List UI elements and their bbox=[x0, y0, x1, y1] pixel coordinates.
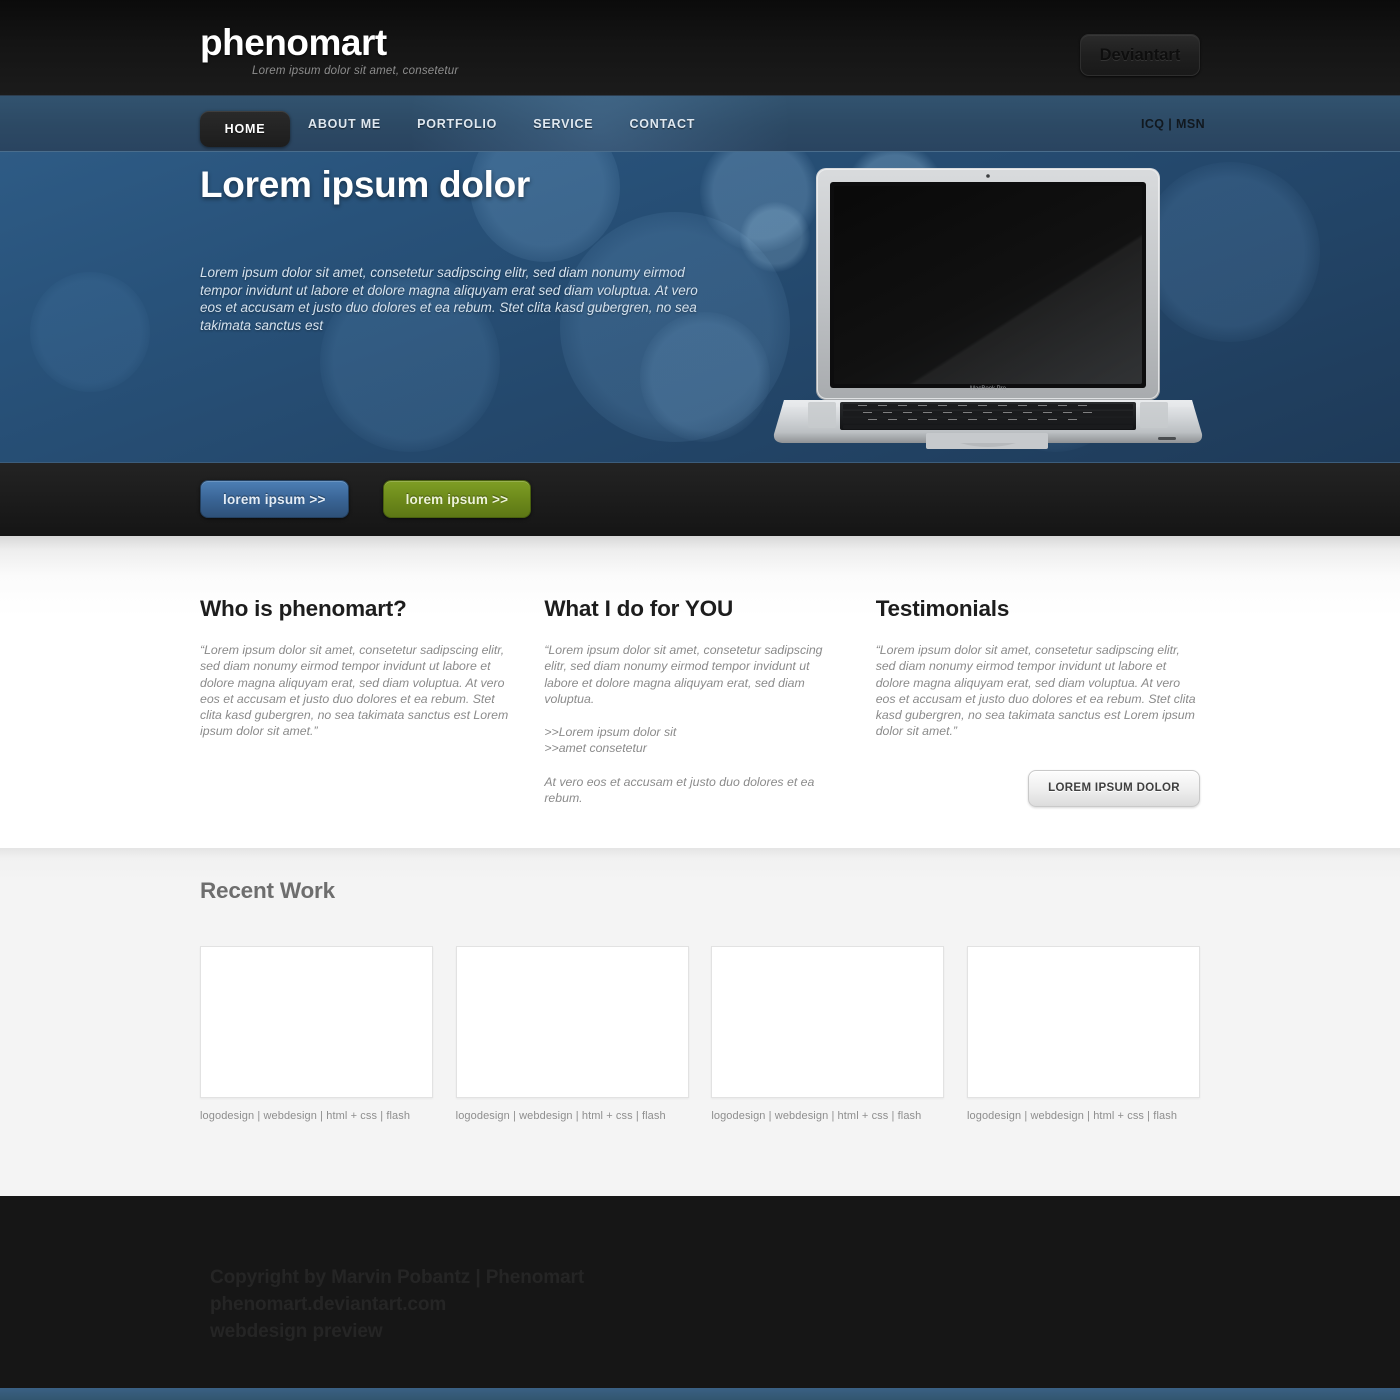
content-section: Who is phenomart? “Lorem ipsum dolor sit… bbox=[0, 536, 1400, 848]
work-caption: logodesign | webdesign | html + css | fl… bbox=[966, 1110, 1178, 1122]
work-thumbnail[interactable] bbox=[200, 946, 433, 1098]
column-title: Testimonials bbox=[875, 596, 1010, 621]
laptop-model-label: MacBook Pro bbox=[970, 386, 1007, 392]
site-header: phenomart Lorem ipsum dolor sit amet, co… bbox=[0, 0, 1400, 96]
work-caption: logodesign | webdesign | html + css | fl… bbox=[200, 1110, 411, 1122]
column-paragraph: At vero eos et accusam et justo duo dolo… bbox=[544, 774, 815, 806]
column-title: What I do for YOU bbox=[544, 596, 734, 621]
brand-name: phenomart bbox=[200, 22, 387, 63]
column-bullet-list: >>Lorem ipsum dolor sit >>amet consetetu… bbox=[544, 725, 677, 756]
work-thumbnail[interactable] bbox=[711, 946, 945, 1098]
footer-subtitle: webdesign preview bbox=[210, 1321, 383, 1342]
footer-text-block: Copyright by Marvin Pobantz | Phenomart … bbox=[210, 1264, 584, 1345]
column-paragraph: “Lorem ipsum dolor sit amet, consetetur … bbox=[200, 643, 509, 739]
brand-logo[interactable]: phenomart Lorem ipsum dolor sit amet, co… bbox=[200, 22, 458, 77]
column-who-is-phenomart: Who is phenomart? “Lorem ipsum dolor sit… bbox=[200, 596, 544, 807]
deviantart-button[interactable]: Deviantart bbox=[1080, 34, 1200, 76]
brand-tagline: Lorem ipsum dolor sit amet, consetetur bbox=[252, 65, 459, 77]
recent-work-title: Recent Work bbox=[200, 878, 335, 903]
cta-buttons: lorem ipsum >> lorem ipsum >> bbox=[200, 480, 532, 518]
work-caption: logodesign | webdesign | html + css | fl… bbox=[455, 1110, 666, 1122]
hero-paragraph: Lorem ipsum dolor sit amet, consetetur s… bbox=[200, 265, 698, 333]
laptop-image: MacBook Pro bbox=[768, 162, 1208, 462]
nav-item-portfolio[interactable]: PORTFOLIO bbox=[399, 96, 515, 151]
column-what-i-do-for-you: What I do for YOU “Lorem ipsum dolor sit… bbox=[544, 596, 875, 807]
content-columns: Who is phenomart? “Lorem ipsum dolor sit… bbox=[200, 596, 1200, 807]
work-caption: logodesign | webdesign | html + css | fl… bbox=[711, 1110, 922, 1122]
cta-button-blue[interactable]: lorem ipsum >> bbox=[200, 480, 349, 518]
column-paragraph: “Lorem ipsum dolor sit amet, consetetur … bbox=[875, 643, 1196, 739]
work-thumbnail[interactable] bbox=[966, 946, 1200, 1098]
nav-item-about-me[interactable]: ABOUT ME bbox=[290, 96, 399, 151]
column-testimonials: Testimonials “Lorem ipsum dolor sit amet… bbox=[876, 596, 1200, 807]
cta-button-green[interactable]: lorem ipsum >> bbox=[382, 480, 532, 518]
column-paragraph: “Lorem ipsum dolor sit amet, consetetur … bbox=[544, 643, 823, 706]
nav-item-contact[interactable]: CONTACT bbox=[611, 96, 713, 151]
hero-text-block: Lorem ipsum dolor Lorem ipsum dolor sit … bbox=[200, 164, 720, 334]
work-item[interactable]: logodesign | webdesign | html + css | fl… bbox=[455, 946, 689, 1122]
recent-work-grid: logodesign | webdesign | html + css | fl… bbox=[200, 946, 1200, 1122]
testimonials-button[interactable]: LOREM IPSUM DOLOR bbox=[1028, 769, 1200, 807]
bokeh-circle bbox=[30, 272, 150, 392]
cta-band: lorem ipsum >> lorem ipsum >> bbox=[0, 462, 1400, 536]
work-item[interactable]: logodesign | webdesign | html + css | fl… bbox=[200, 946, 433, 1122]
footer-website[interactable]: phenomart.deviantart.com bbox=[210, 1291, 584, 1318]
site-footer: Copyright by Marvin Pobantz | Phenomart … bbox=[0, 1196, 1400, 1390]
footer-copyright: Copyright by Marvin Pobantz | Phenomart bbox=[210, 1267, 585, 1288]
bottom-accent-strip bbox=[0, 1388, 1400, 1400]
macbook-illustration: MacBook Pro bbox=[773, 168, 1203, 449]
nav-items: HOME ABOUT ME PORTFOLIO SERVICE CONTACT bbox=[200, 96, 713, 151]
recent-work-section: Recent Work logodesign | webdesign | htm… bbox=[0, 848, 1400, 1196]
nav-item-home[interactable]: HOME bbox=[200, 111, 290, 147]
work-item[interactable]: logodesign | webdesign | html + css | fl… bbox=[711, 946, 945, 1122]
hero-section: Lorem ipsum dolor Lorem ipsum dolor sit … bbox=[0, 152, 1400, 462]
nav-item-service[interactable]: SERVICE bbox=[515, 96, 611, 151]
messenger-links[interactable]: ICQ | MSN bbox=[1141, 96, 1205, 151]
work-item[interactable]: logodesign | webdesign | html + css | fl… bbox=[966, 946, 1200, 1122]
column-title: Who is phenomart? bbox=[200, 596, 407, 621]
work-thumbnail[interactable] bbox=[455, 946, 689, 1098]
page-root: phenomart Lorem ipsum dolor sit amet, co… bbox=[0, 0, 1400, 1400]
main-navigation: HOME ABOUT ME PORTFOLIO SERVICE CONTACT … bbox=[0, 96, 1400, 152]
hero-title: Lorem ipsum dolor bbox=[200, 164, 530, 205]
